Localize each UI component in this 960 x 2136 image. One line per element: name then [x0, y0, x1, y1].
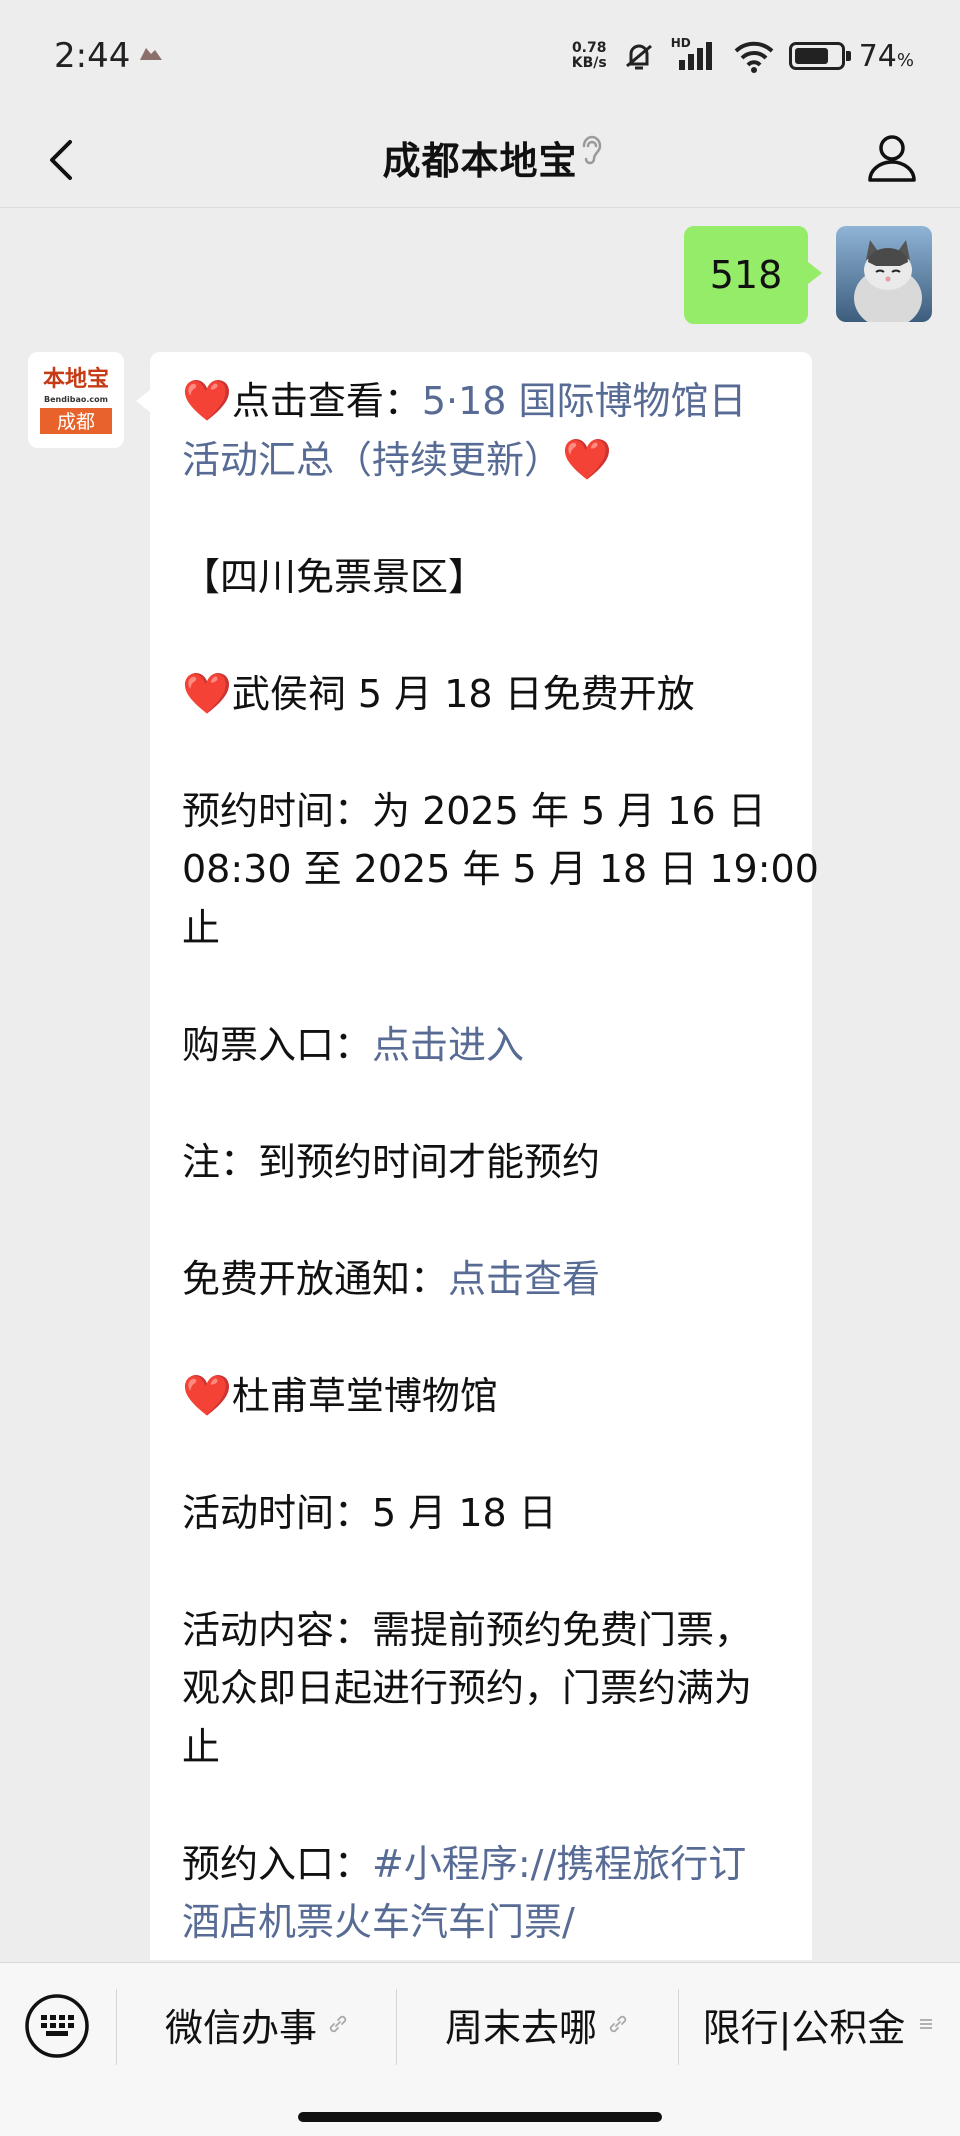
status-bar: 2:44 0.78 KB/s HD 74%	[0, 0, 960, 112]
section-title: 【四川免票景区】	[182, 554, 487, 599]
museum-day-link-cont[interactable]: 活动汇总（持续更新）	[182, 438, 562, 482]
activity-content-line: 止	[182, 1724, 221, 1769]
ear-icon	[582, 135, 602, 165]
my-message-bubble[interactable]: 518	[684, 226, 822, 324]
chat-header: 成都本地宝	[0, 112, 960, 208]
mute-bell-icon	[625, 44, 652, 70]
activity-content-line: 观众即日起进行预约，门票约满为	[182, 1666, 753, 1710]
status-time: 2:44	[54, 36, 131, 76]
item-title: ❤️武侯祠 5 月 18 日免费开放	[182, 670, 695, 717]
menu-item-weekend[interactable]: 周末去哪	[398, 1963, 676, 2085]
heart-icon: ❤️	[182, 1372, 232, 1419]
reserve-line: 酒店机票火车汽车门票/	[182, 1893, 792, 1952]
bot-avatar[interactable]: 本地宝 Bendibao.com 成都	[28, 352, 124, 448]
museum-day-link[interactable]: 5·18 国际博物馆日	[422, 379, 747, 423]
ticket-line: 购票入口：点击进入	[182, 1022, 525, 1067]
activity-content-line: 活动内容：需提前预约免费门票，	[182, 1607, 753, 1652]
svg-text:成都: 成都	[57, 411, 95, 433]
my-avatar[interactable]	[836, 226, 932, 322]
bendibao-logo: 本地宝 Bendibao.com 成都	[28, 352, 124, 448]
wifi-icon	[734, 41, 774, 73]
link-icon	[329, 2015, 347, 2033]
cell-signal-icon: HD	[671, 36, 719, 74]
mini-program-link[interactable]: #小程序://携程旅行订	[372, 1842, 746, 1886]
svg-text:Bendibao.com: Bendibao.com	[44, 395, 108, 404]
home-indicator[interactable]	[298, 2112, 662, 2122]
note-line: 注：到预约时间才能预约	[182, 1139, 601, 1184]
item-title: ❤️杜甫草堂博物馆	[182, 1372, 498, 1419]
bot-message-bubble: ❤️点击查看：5·18 国际博物馆日 活动汇总（持续更新）❤️ 【四川免票景区】…	[136, 352, 819, 1960]
link-icon	[609, 2015, 627, 2033]
heart-icon: ❤️	[182, 670, 232, 717]
svg-text:本地宝: 本地宝	[43, 366, 109, 392]
booking-time-line: 预约时间：为 2025 年 5 月 16 日	[182, 788, 766, 833]
message-line: 活动汇总（持续更新）❤️	[182, 431, 792, 490]
net-speed: 0.78 KB/s	[571, 40, 607, 71]
booking-time-line: 08:30 至 2025 年 5 月 18 日 19:00	[182, 847, 819, 891]
notification-icon	[140, 48, 162, 60]
notice-line: 免费开放通知：点击查看	[182, 1256, 601, 1301]
profile-button[interactable]	[862, 128, 922, 188]
keyboard-toggle-button[interactable]	[24, 1993, 90, 2059]
menu-item-wechat-services[interactable]: 微信办事	[118, 1963, 396, 2085]
heart-icon: ❤️	[562, 436, 612, 483]
ticket-entry-link[interactable]: 点击进入	[372, 1023, 524, 1067]
bottom-menu-bar: 微信办事 周末去哪 限行|公积金	[0, 1962, 960, 2136]
notice-link[interactable]: 点击查看	[448, 1257, 600, 1301]
mini-program-link-cont[interactable]: 酒店机票火车汽车门票/	[182, 1900, 575, 1944]
activity-time: 活动时间：5 月 18 日	[182, 1490, 557, 1535]
menu-item-traffic-fund[interactable]: 限行|公积金	[680, 1963, 960, 2085]
heart-icon: ❤️	[182, 378, 232, 424]
battery-icon	[788, 42, 851, 70]
reserve-line: 预约入口：#小程序://携程旅行订	[182, 1841, 747, 1886]
battery-percent: 74%	[858, 38, 914, 74]
message-line: ❤️点击查看：5·18 国际博物馆日	[182, 378, 747, 424]
booking-time-line: 止	[182, 905, 221, 950]
cat-avatar-image	[836, 226, 932, 322]
chat-area[interactable]: 518 本地宝 Bendibao.com 成都 ❤️点击查看：5·18 国际博物…	[0, 208, 960, 1960]
my-message-text: 518	[709, 253, 783, 297]
submenu-icon	[920, 2019, 933, 2029]
page-title: 成都本地宝	[382, 139, 578, 183]
